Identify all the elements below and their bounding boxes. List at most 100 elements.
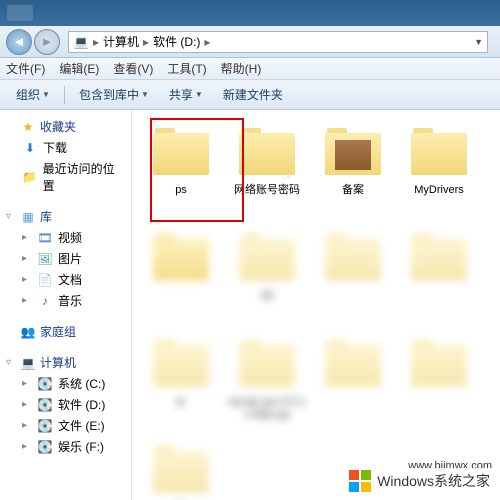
- sidebar-item-drive-e[interactable]: ▸💽文件 (E:): [0, 415, 131, 436]
- file-item[interactable]: [398, 336, 480, 436]
- expand-icon: ▸: [22, 420, 32, 431]
- address-bar: ◄ ► 💻 ▸ 计算机 ▸ 软件 (D:) ▸ ▼: [0, 26, 500, 58]
- chevron-right-icon: ▸: [204, 35, 210, 49]
- computer-header[interactable]: ▿💻计算机: [0, 352, 131, 373]
- blur-icon: [237, 230, 297, 286]
- sidebar-item-drive-f[interactable]: ▸💽娱乐 (F:): [0, 436, 131, 457]
- homegroup-header[interactable]: 👥家庭组: [0, 321, 131, 342]
- breadcrumb[interactable]: 💻 ▸ 计算机 ▸ 软件 (D:) ▸ ▼: [68, 31, 488, 53]
- item-label: MyDrivers: [414, 184, 464, 197]
- expand-icon: ▸: [22, 232, 32, 243]
- sidebar: ★收藏夹 ⬇下载 📁最近访问的位置 ▿▦库 ▸🎞视频 ▸🖼图片 ▸📄文档 ▸♪音…: [0, 110, 132, 500]
- file-item[interactable]: MyDrivers: [398, 124, 480, 224]
- file-item[interactable]: [312, 230, 394, 330]
- drive-icon: 💽: [37, 397, 53, 413]
- sidebar-item-downloads[interactable]: ⬇下载: [0, 137, 131, 158]
- blur-icon: [151, 336, 211, 392]
- drive-icon: 💽: [37, 439, 53, 455]
- back-button[interactable]: ◄: [6, 29, 32, 55]
- file-item[interactable]: 备案: [312, 124, 394, 224]
- file-item[interactable]: er: [140, 336, 222, 436]
- computer-group: ▿💻计算机 ▸💽系统 (C:) ▸💽软件 (D:) ▸💽文件 (E:) ▸💽娱乐…: [0, 352, 131, 457]
- blur-icon: [237, 336, 297, 392]
- file-item[interactable]: wa Ap ysc 5.5.12-64b.zip: [226, 336, 308, 436]
- blur-icon: [151, 442, 211, 498]
- dropdown-icon[interactable]: ▼: [474, 37, 483, 47]
- item-label: 网络账号密码: [234, 184, 300, 197]
- explorer-body: ★收藏夹 ⬇下载 📁最近访问的位置 ▿▦库 ▸🎞视频 ▸🖼图片 ▸📄文档 ▸♪音…: [0, 110, 500, 500]
- file-item[interactable]: [140, 230, 222, 330]
- libraries-group: ▿▦库 ▸🎞视频 ▸🖼图片 ▸📄文档 ▸♪音乐: [0, 206, 131, 311]
- expand-icon: ▿: [6, 357, 16, 368]
- menu-help[interactable]: 帮助(H): [221, 60, 262, 77]
- file-item[interactable]: Ali: [226, 230, 308, 330]
- sidebar-item-video[interactable]: ▸🎞视频: [0, 227, 131, 248]
- star-icon: ★: [20, 119, 36, 135]
- separator: [64, 86, 65, 104]
- folder-icon: [151, 230, 211, 286]
- computer-icon: 💻: [73, 34, 89, 50]
- file-item[interactable]: ps: [140, 124, 222, 224]
- picture-icon: 🖼: [37, 251, 53, 267]
- item-label: ps: [175, 184, 187, 197]
- crumb-drive[interactable]: 软件 (D:): [153, 33, 200, 50]
- menu-edit[interactable]: 编辑(E): [59, 60, 99, 77]
- favorites-header[interactable]: ★收藏夹: [0, 116, 131, 137]
- include-button[interactable]: 包含到库中▼: [71, 83, 157, 106]
- crumb-computer[interactable]: 计算机: [103, 33, 139, 50]
- organize-button[interactable]: 组织▼: [8, 83, 58, 106]
- music-icon: ♪: [37, 293, 53, 309]
- sidebar-item-recent[interactable]: 📁最近访问的位置: [0, 158, 131, 196]
- item-label: Ali: [261, 290, 273, 303]
- sidebar-item-music[interactable]: ▸♪音乐: [0, 290, 131, 311]
- docs-icon: [237, 124, 297, 180]
- document-icon: 📄: [37, 272, 53, 288]
- video-icon: 🎞: [37, 230, 53, 246]
- menu-bar: 文件(F) 编辑(E) 查看(V) 工具(T) 帮助(H): [0, 58, 500, 80]
- expand-icon: ▸: [22, 253, 32, 264]
- share-button[interactable]: 共享▼: [161, 83, 211, 106]
- file-item[interactable]: [398, 230, 480, 330]
- expand-icon: ▸: [22, 274, 32, 285]
- expand-icon: ▸: [22, 399, 32, 410]
- file-item[interactable]: [312, 336, 394, 436]
- forward-button[interactable]: ►: [34, 29, 60, 55]
- library-icon: ▦: [20, 209, 36, 225]
- window-button[interactable]: [6, 4, 34, 22]
- file-item[interactable]: 网络账号密码: [226, 124, 308, 224]
- title-bar: [0, 0, 500, 26]
- homegroup-icon: 👥: [20, 324, 36, 340]
- libraries-header[interactable]: ▿▦库: [0, 206, 131, 227]
- file-item[interactable]: N: [140, 442, 222, 500]
- item-label: er: [176, 396, 186, 409]
- blur-icon: [323, 230, 383, 286]
- blur-icon: [323, 336, 383, 392]
- newfolder-button[interactable]: 新建文件夹: [215, 83, 291, 106]
- sidebar-item-pictures[interactable]: ▸🖼图片: [0, 248, 131, 269]
- menu-file[interactable]: 文件(F): [6, 60, 45, 77]
- expand-icon: ▸: [22, 378, 32, 389]
- drive-icon: 💽: [37, 418, 53, 434]
- blur-icon: [409, 230, 469, 286]
- blur-icon: [409, 336, 469, 392]
- expand-icon: ▿: [6, 211, 16, 222]
- sidebar-item-documents[interactable]: ▸📄文档: [0, 269, 131, 290]
- favorites-group: ★收藏夹 ⬇下载 📁最近访问的位置: [0, 116, 131, 196]
- expand-icon: ▸: [22, 441, 32, 452]
- sidebar-item-drive-c[interactable]: ▸💽系统 (C:): [0, 373, 131, 394]
- folder-icon: [151, 124, 211, 180]
- chevron-down-icon: ▼: [42, 90, 50, 99]
- menu-view[interactable]: 查看(V): [113, 60, 153, 77]
- drive-icon: 💽: [37, 376, 53, 392]
- homegroup-group: 👥家庭组: [0, 321, 131, 342]
- folder-icon: [409, 124, 469, 180]
- menu-tools[interactable]: 工具(T): [167, 60, 206, 77]
- chevron-right-icon: ▸: [143, 35, 149, 49]
- download-icon: ⬇: [22, 140, 38, 156]
- item-label: wa Ap ysc 5.5.12-64b.zip: [226, 396, 308, 422]
- chevron-down-icon: ▼: [141, 90, 149, 99]
- sidebar-item-drive-d[interactable]: ▸💽软件 (D:): [0, 394, 131, 415]
- content-pane[interactable]: ps 网络账号密码备案 MyDrivers Ali er wa Ap ysc 5.5.12…: [132, 110, 500, 500]
- chevron-down-icon: ▼: [195, 90, 203, 99]
- expand-icon: ▸: [22, 295, 32, 306]
